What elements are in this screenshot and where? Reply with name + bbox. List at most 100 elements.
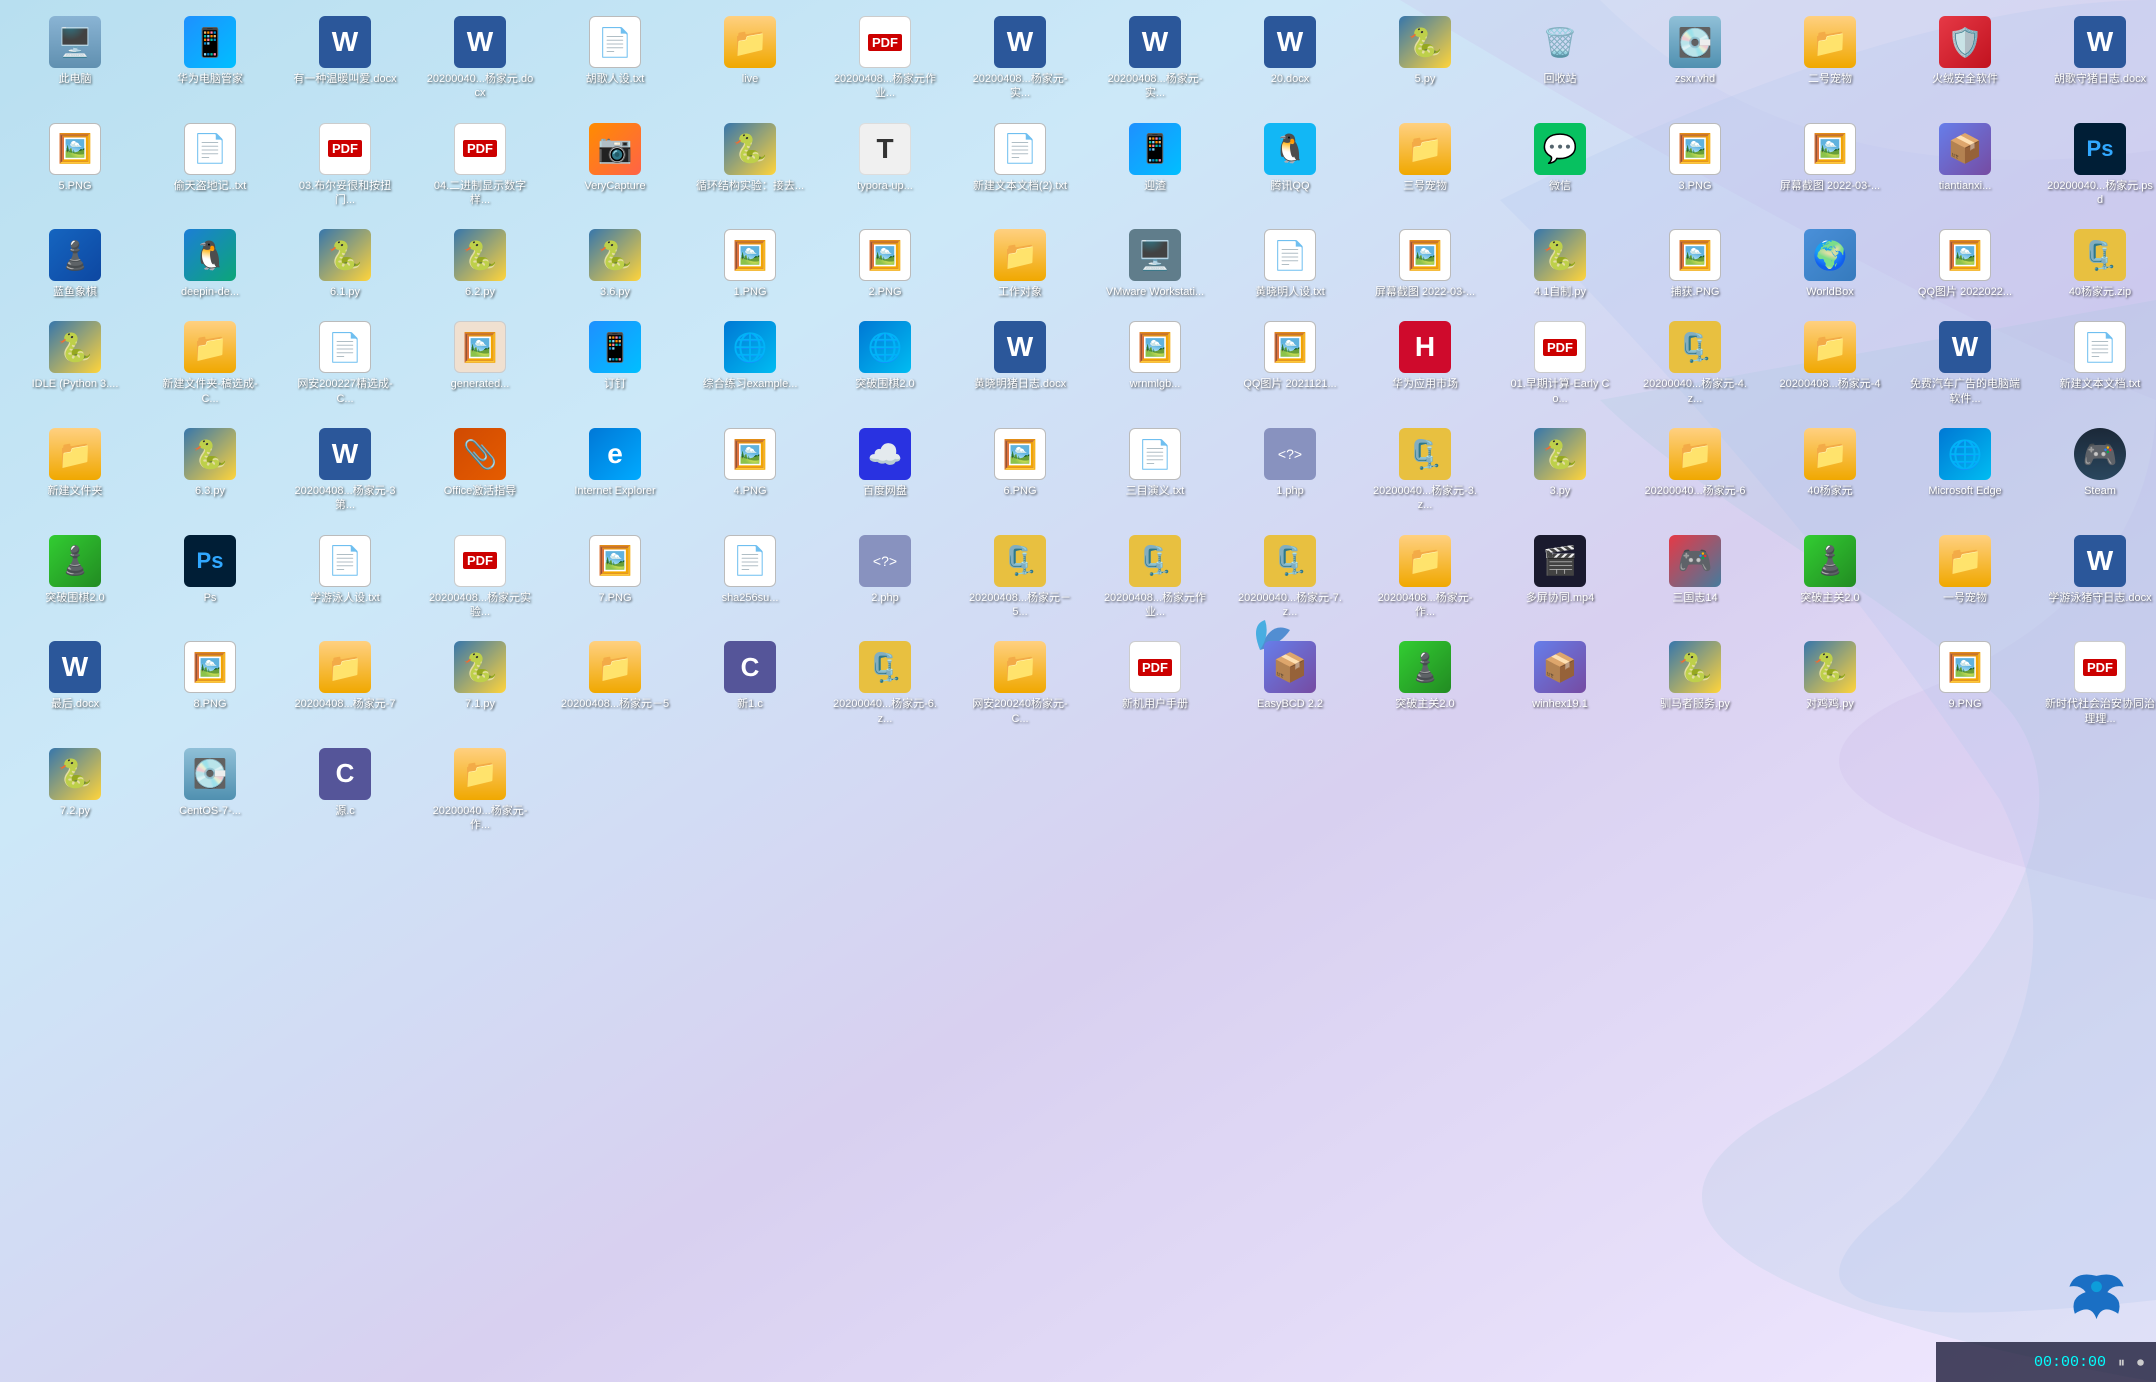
desktop-icon-wechat[interactable]: 💬微信 xyxy=(1500,117,1620,214)
desktop-icon-lecture3[interactable]: 📄三目演义.txt xyxy=(1095,422,1215,519)
desktop-icon-doc1[interactable]: W20200040...杨家元.docx xyxy=(420,10,540,107)
desktop-icon-doc-wangan200[interactable]: 📄网安200227精选成-C... xyxy=(285,315,405,412)
desktop-icon-c1[interactable]: C新1.c xyxy=(690,635,810,732)
desktop-icon-newfolder[interactable]: 📁新建文件夹 xyxy=(15,422,135,519)
desktop-icon-huawei-app[interactable]: H华为应用市场 xyxy=(1365,315,1485,412)
desktop-icon-doc-yang4[interactable]: 🗜️20200040...杨家元-4.z... xyxy=(1635,315,1755,412)
record-icon[interactable]: ⏺ xyxy=(2137,1354,2144,1371)
desktop-icon-doc-yang-zuo[interactable]: 📁20200408...杨家元-作... xyxy=(1365,529,1485,626)
desktop-icon-py71[interactable]: 🐍7.1.py xyxy=(420,635,540,732)
desktop-icon-psd1[interactable]: Ps20200040...杨家元.psd xyxy=(2040,117,2156,214)
desktop-icon-newtxt2[interactable]: 📄新建文本文档(2).txt xyxy=(960,117,1080,214)
desktop-icon-png-2[interactable]: 🖼️2.PNG xyxy=(825,223,945,305)
desktop-icon-newtxt3[interactable]: 📄新建文本文档.txt xyxy=(2040,315,2156,412)
desktop-icon-verycapture[interactable]: 📷VeryCapture xyxy=(555,117,675,214)
desktop-icon-doc-yang6z[interactable]: 🗜️20200040...杨家元-6.z... xyxy=(825,635,945,732)
desktop-icon-wrnml[interactable]: 🖼️wrnmlgb... xyxy=(1095,315,1215,412)
desktop-icon-screenshot1[interactable]: 🖼️屏幕截图 2022-03-... xyxy=(1770,117,1890,214)
desktop-icon-user-manual[interactable]: PDF新机用户手册 xyxy=(1095,635,1215,732)
desktop-icon-newfile[interactable]: 📁新建文件夹-稿选成-C... xyxy=(150,315,270,412)
desktop-icon-qqimg2[interactable]: 🖼️QQ图片 2021121... xyxy=(1230,315,1350,412)
desktop-icon-firewall[interactable]: 🛡️火绒安全软件 xyxy=(1905,10,2025,107)
desktop-icon-folder-40[interactable]: 📁40杨家元 xyxy=(1770,422,1890,519)
desktop-icon-pet1[interactable]: 📁一号宠物 xyxy=(1905,529,2025,626)
desktop-icon-diary1[interactable]: W胡歌守猪日志.docx xyxy=(2040,10,2156,107)
desktop-icon-easybcd[interactable]: 📦EasyBCD 2.2 xyxy=(1230,635,1350,732)
desktop-icon-singer-doc[interactable]: 📄胡歌人设.txt xyxy=(555,10,675,107)
desktop-icon-generated[interactable]: 🖼️generated... xyxy=(420,315,540,412)
desktop-icon-pdf-new-era[interactable]: PDF新时代社会治安协同治理理... xyxy=(2040,635,2156,732)
desktop-icon-vmware[interactable]: 🖥️VMware Workstati... xyxy=(1095,223,1215,305)
desktop-icon-live[interactable]: 📁live xyxy=(690,10,810,107)
desktop-icon-office[interactable]: 📎Office激活指导 xyxy=(420,422,540,519)
desktop-icon-centos7[interactable]: 💽CentOS-7-... xyxy=(150,742,270,839)
desktop-icon-recycle[interactable]: 🗑️回收站 xyxy=(1500,10,1620,107)
desktop-icon-png7[interactable]: 🖼️7.PNG xyxy=(555,529,675,626)
desktop-icon-doc-yang5z[interactable]: 🗜️20200408...杨家元－5... xyxy=(960,529,1080,626)
desktop-icon-sha256[interactable]: 📄sha256su... xyxy=(690,529,810,626)
desktop-icon-screenshot2[interactable]: 🖼️屏幕截图 2022-03-... xyxy=(1365,223,1485,305)
desktop-icon-doc-yang3z[interactable]: 🗜️20200040...杨家元-3.z... xyxy=(1365,422,1485,519)
desktop-icon-ice-txt[interactable]: 📄学游泳人设.txt xyxy=(285,529,405,626)
desktop-icon-dingding2[interactable]: 📱订钉 xyxy=(555,315,675,412)
desktop-icon-zuihou[interactable]: W最后.docx xyxy=(15,635,135,732)
desktop-icon-breakthrough-main[interactable]: ♟️突破主关2.0 xyxy=(1770,529,1890,626)
desktop-icon-horse-py[interactable]: 🐍驯马者服务.py xyxy=(1635,635,1755,732)
desktop-icon-doc-yang3[interactable]: W20200408...杨家元-3第... xyxy=(285,422,405,519)
desktop-icon-diary2[interactable]: 📄偷天盗地记..txt xyxy=(150,117,270,214)
desktop-icon-breakthrough-main2[interactable]: ♟️突破主关2.0 xyxy=(1365,635,1485,732)
desktop-icon-png8[interactable]: 🖼️8.PNG xyxy=(150,635,270,732)
desktop-icon-folder2[interactable]: 📁二号宠物 xyxy=(1770,10,1890,107)
desktop-icon-duixiang-py[interactable]: 🐍对鸡鸡.py xyxy=(1770,635,1890,732)
desktop-icon-python-baidu[interactable]: 🐍循环结构实验：接去... xyxy=(690,117,810,214)
desktop-icon-breakthrough2[interactable]: ♟️突破围棋2.0 xyxy=(15,529,135,626)
desktop-icon-doc-ice2[interactable]: W学游泳猪守日志.docx xyxy=(2040,529,2156,626)
desktop-icon-earlyco[interactable]: PDF01.早期计算-Early Co... xyxy=(1500,315,1620,412)
desktop-icon-edge2[interactable]: 🌐突破围棋2.0 xyxy=(825,315,945,412)
desktop-icon-doc-yang-zuo2[interactable]: 📁20200040...杨家元-作... xyxy=(420,742,540,839)
desktop-icon-tiantianxi[interactable]: 📦tiantianxi... xyxy=(1905,117,2025,214)
desktop-icon-doc4[interactable]: W20.docx xyxy=(1230,10,1350,107)
desktop-icon-word-free[interactable]: W免费汽车广告的电脑端软件... xyxy=(1905,315,2025,412)
desktop-icon-doc-yang7z[interactable]: 🗜️20200040...杨家元-7.z... xyxy=(1230,529,1350,626)
desktop-icon-vhd[interactable]: 💽zsxr.vhd xyxy=(1635,10,1755,107)
desktop-icon-idle[interactable]: 🐍IDLE (Python 3.... xyxy=(15,315,135,412)
desktop-icon-pdf1[interactable]: PDF20200408...杨家元作业... xyxy=(825,10,945,107)
desktop-icon-worldbox[interactable]: 🌍WorldBox xyxy=(1770,223,1890,305)
desktop-icon-py36[interactable]: 🐍3.6.py xyxy=(555,223,675,305)
desktop-icon-qqimg1[interactable]: 🖼️QQ图片 2022022... xyxy=(1905,223,2025,305)
desktop-icon-py72[interactable]: 🐍7.2.py xyxy=(15,742,135,839)
desktop-icon-edge[interactable]: 🌐综合练习example... xyxy=(690,315,810,412)
desktop-icon-py62[interactable]: 🐍6.2.py xyxy=(420,223,540,305)
desktop-icon-deepin[interactable]: 🐧deepin-de... xyxy=(150,223,270,305)
desktop-icon-php1[interactable]: <?>1.php xyxy=(1230,422,1350,519)
desktop-icon-pdf2[interactable]: PDF03.布尔妥很和按扭门... xyxy=(285,117,405,214)
desktop-icon-folder-yang6[interactable]: 📁20200040...杨家元-6 xyxy=(1635,422,1755,519)
desktop-icon-py41[interactable]: 🐍4.1自制.py xyxy=(1500,223,1620,305)
desktop-icon-steam[interactable]: 🎮Steam xyxy=(2040,422,2156,519)
desktop-icon-py3[interactable]: 🐍3.py xyxy=(1500,422,1620,519)
desktop-icon-god-temp[interactable]: W有一种温暖叫爱.docx xyxy=(285,10,405,107)
desktop-icon-computer[interactable]: 🖥️此电脑 xyxy=(15,10,135,107)
desktop-icon-folder-work[interactable]: 📁工作对象 xyxy=(960,223,1080,305)
desktop-icon-doc-huang[interactable]: W黄晓明猪日志.docx xyxy=(960,315,1080,412)
desktop-icon-py1[interactable]: 🐍5.py xyxy=(1365,10,1485,107)
desktop-icon-baidu-net[interactable]: ☁️百度网盘 xyxy=(825,422,945,519)
desktop-icon-doc2[interactable]: W20200408...杨家元-实... xyxy=(960,10,1080,107)
desktop-icon-folder3[interactable]: 📁三号宠物 xyxy=(1365,117,1485,214)
desktop-icon-py63[interactable]: 🐍6.3.py xyxy=(150,422,270,519)
desktop-icon-png-catch[interactable]: 🖼️捕获.PNG xyxy=(1635,223,1755,305)
desktop-icon-chess1[interactable]: ♟️蓝鱼象棋 xyxy=(15,223,135,305)
desktop-icon-multiscreen[interactable]: 🎬多屏协同.mp4 xyxy=(1500,529,1620,626)
desktop-icon-py61[interactable]: 🐍6.1.py xyxy=(285,223,405,305)
desktop-icon-php2[interactable]: <?>2.php xyxy=(825,529,945,626)
desktop-icon-typora[interactable]: Ttypora-up... xyxy=(825,117,945,214)
desktop-icon-qq[interactable]: 🐧腾讯QQ xyxy=(1230,117,1350,214)
desktop-icon-zip40[interactable]: 🗜️40杨家元.zip xyxy=(2040,223,2156,305)
desktop-icon-sanguo14[interactable]: 🎮三国志14 xyxy=(1635,529,1755,626)
desktop-icon-app-dingding[interactable]: 📱迎渣 xyxy=(1095,117,1215,214)
pause-icon[interactable]: ⏸ xyxy=(2118,1354,2125,1371)
desktop-icon-png1[interactable]: 🖼️5.PNG xyxy=(15,117,135,214)
desktop-icon-pdf3[interactable]: PDF04.二进制显示数字样... xyxy=(420,117,540,214)
desktop-icon-netlan240[interactable]: 📁网安200240杨家元-C... xyxy=(960,635,1080,732)
